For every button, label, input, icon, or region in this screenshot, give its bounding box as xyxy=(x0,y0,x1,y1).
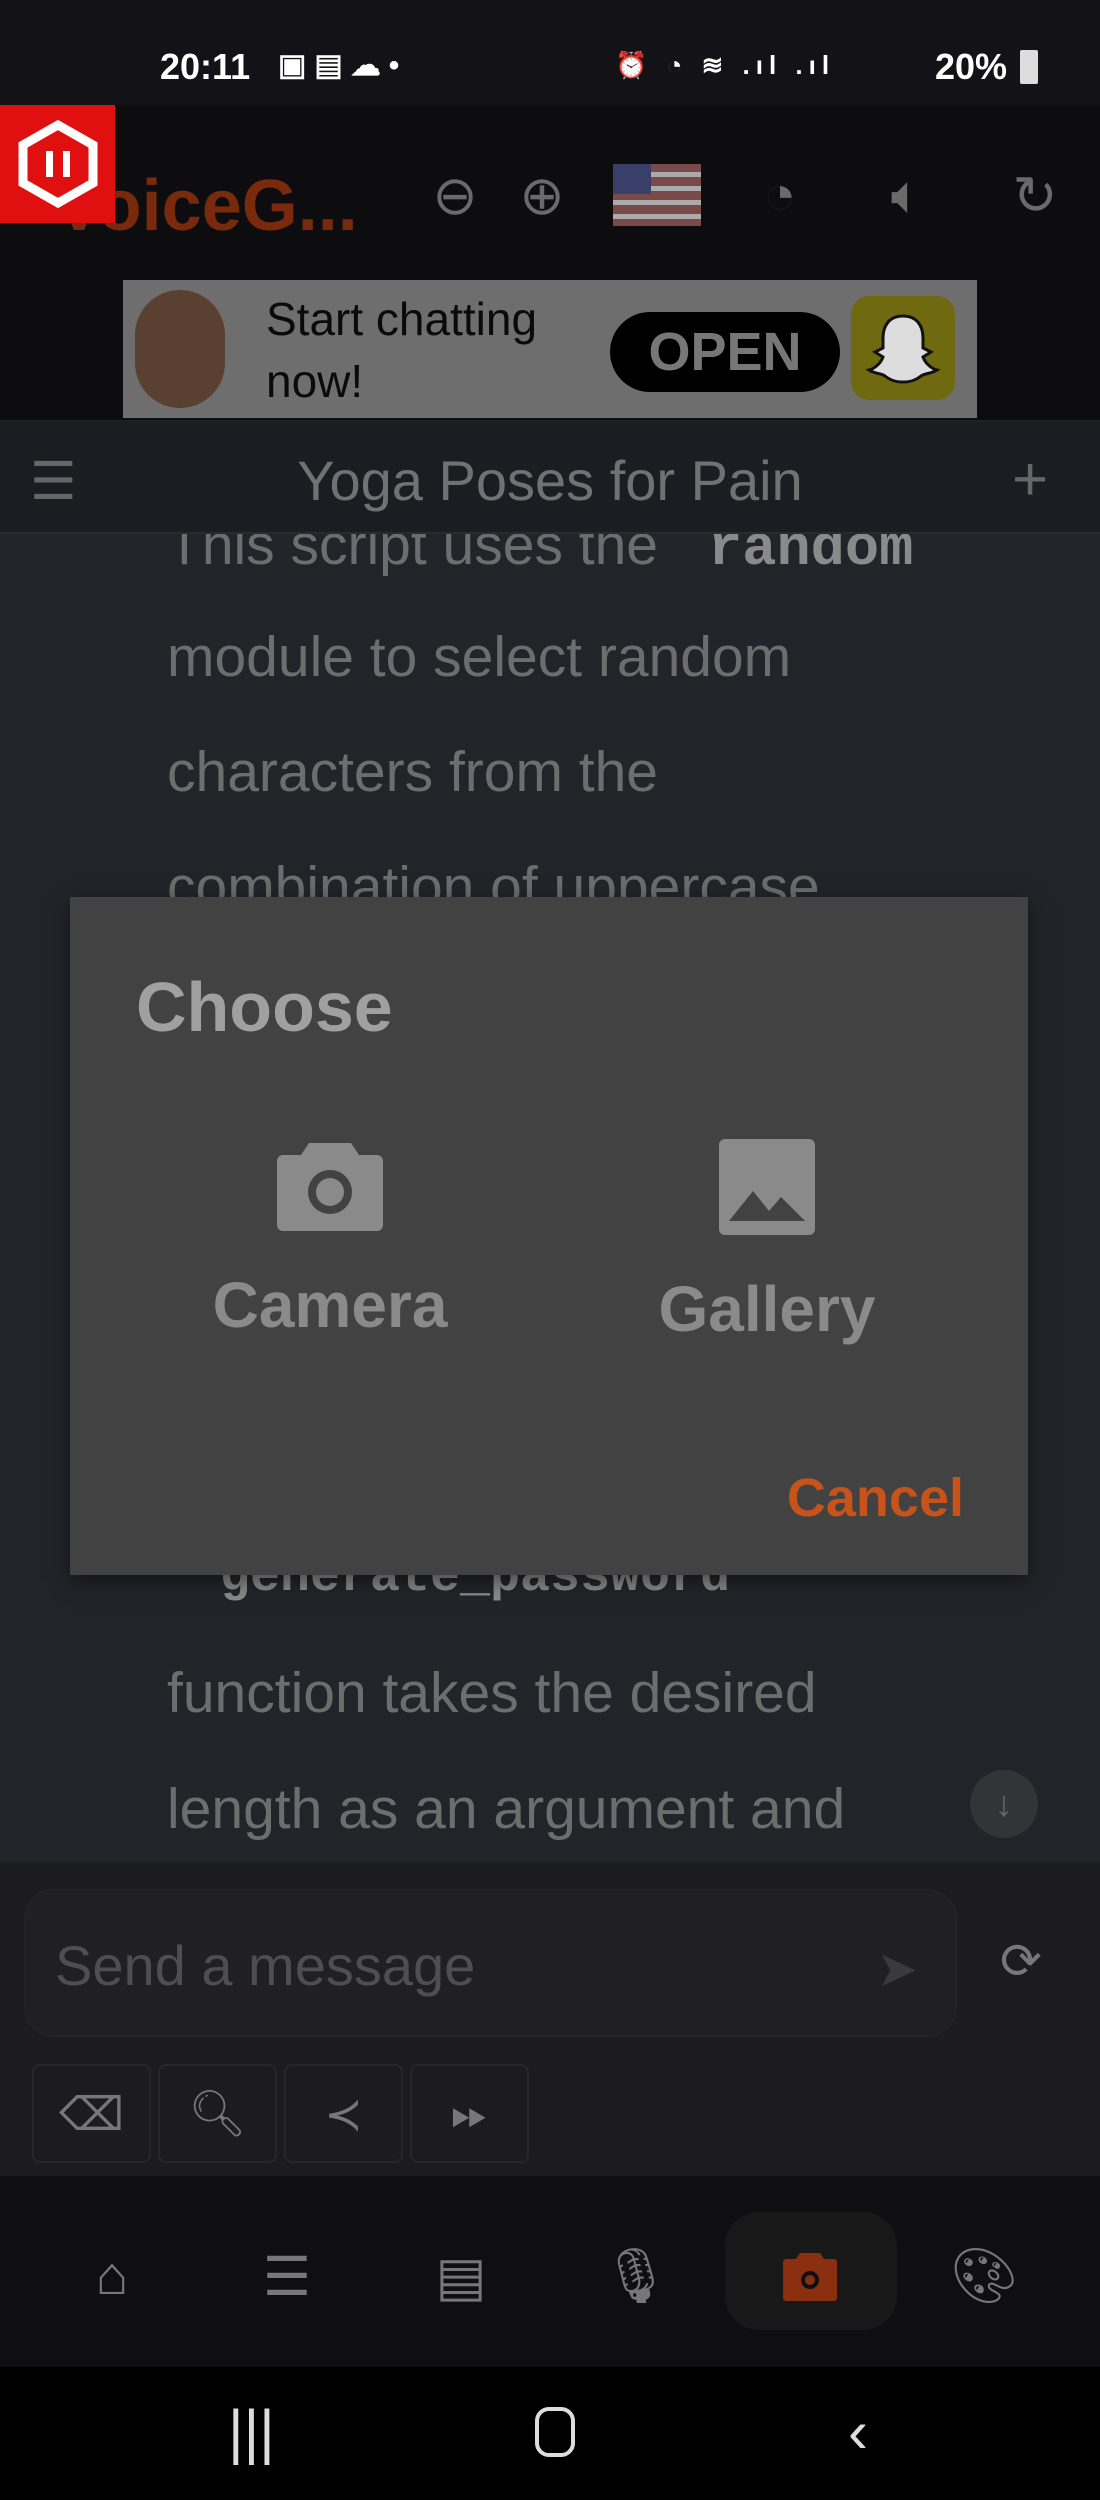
battery-level: 20% xyxy=(935,46,1008,87)
send-icon[interactable]: ➤ xyxy=(876,1940,918,1998)
status-bar: 20:11 ▣▤☁• ⏰ ◔ ≋ .ıl .ıl 20% xyxy=(0,0,1100,105)
system-navigation-bar: ||| ‹ xyxy=(0,2367,1100,2500)
message-line: module to select random xyxy=(167,625,792,689)
battery-icon xyxy=(1020,50,1038,84)
zoom-in-icon[interactable]: ⊕ xyxy=(507,160,577,230)
snapchat-ghost-icon xyxy=(851,296,955,400)
eraser-icon[interactable]: ⌫ xyxy=(32,2064,151,2163)
menu-icon[interactable]: ☰ xyxy=(247,2236,327,2316)
microphone-icon[interactable]: 🎙︎ xyxy=(596,2236,676,2316)
camera-icon xyxy=(277,1143,383,1231)
pause-hexagon-icon xyxy=(18,119,97,209)
message-line: function takes the desired xyxy=(167,1661,817,1725)
conversation-title: Yoga Poses for Pain xyxy=(297,449,803,512)
back-icon[interactable]: ‹ xyxy=(848,2397,868,2466)
message-input[interactable] xyxy=(55,1930,855,2000)
message-line: length as an argument and xyxy=(167,1777,846,1841)
refresh-icon[interactable]: ↻ xyxy=(1000,160,1070,230)
cancel-button[interactable]: Cancel xyxy=(787,1467,964,1529)
gallery-option[interactable]: Gallery xyxy=(597,1137,937,1346)
notification-icons: ▣▤☁• xyxy=(278,49,408,82)
ad-open-button[interactable]: OPEN xyxy=(610,312,840,392)
home-button-icon[interactable] xyxy=(535,2407,575,2457)
share-icon[interactable]: ≺ xyxy=(284,2064,403,2163)
camera-option[interactable]: Camera xyxy=(160,1137,500,1342)
fast-forward-icon[interactable]: ⏩︎ xyxy=(410,2064,529,2163)
scroll-down-button[interactable]: ↓ xyxy=(970,1770,1038,1838)
us-flag-icon[interactable] xyxy=(612,160,702,230)
home-icon[interactable]: ⌂ xyxy=(72,2236,152,2316)
message-line: characters from the xyxy=(167,740,659,804)
dialog-title: Choose xyxy=(136,968,393,1046)
chat-icon[interactable]: ▤ xyxy=(421,2236,501,2316)
recent-apps-icon[interactable]: ||| xyxy=(228,2397,275,2466)
web-search-icon[interactable]: 🔍︎ xyxy=(158,2064,277,2163)
conversation-titlebar: ☰ Yoga Poses for Pain + xyxy=(0,422,1100,534)
input-area: ➤ ⟳ ⌫ 🔍︎ ≺ ⏩︎ xyxy=(0,1862,1100,2176)
ad-text: Start chatting now! xyxy=(266,293,538,407)
new-chat-plus-icon[interactable]: + xyxy=(1012,444,1048,515)
camera-tab-icon[interactable] xyxy=(770,2236,850,2316)
ad-banner[interactable]: Start chatting now! OPEN xyxy=(123,280,977,418)
system-icons: ⏰ ◔ ≋ .ıl .ıl xyxy=(615,50,836,80)
bottom-navigation: ⌂ ☰ ▤ 🎙︎ 🎨︎ xyxy=(0,2176,1100,2367)
gallery-label: Gallery xyxy=(658,1273,876,1345)
zoom-out-icon[interactable]: ⊖ xyxy=(420,160,490,230)
message-input-box: ➤ xyxy=(24,1889,957,2037)
image-icon xyxy=(719,1139,815,1235)
volume-icon[interactable]: 🔈︎ xyxy=(872,160,942,230)
palette-icon[interactable]: 🎨︎ xyxy=(944,2236,1024,2316)
ad-avatar-image xyxy=(135,290,225,408)
overlay-logo-button[interactable] xyxy=(0,105,115,223)
regenerate-icon[interactable]: ⟳ xyxy=(1000,1932,1042,1990)
message-line: This script uses the `random` xyxy=(167,534,948,582)
clock: 20:11 xyxy=(160,46,251,87)
choose-dialog: Choose Camera Gallery Cancel xyxy=(70,897,1028,1575)
camera-label: Camera xyxy=(212,1269,448,1341)
speedometer-icon[interactable]: ◔ xyxy=(745,160,815,230)
